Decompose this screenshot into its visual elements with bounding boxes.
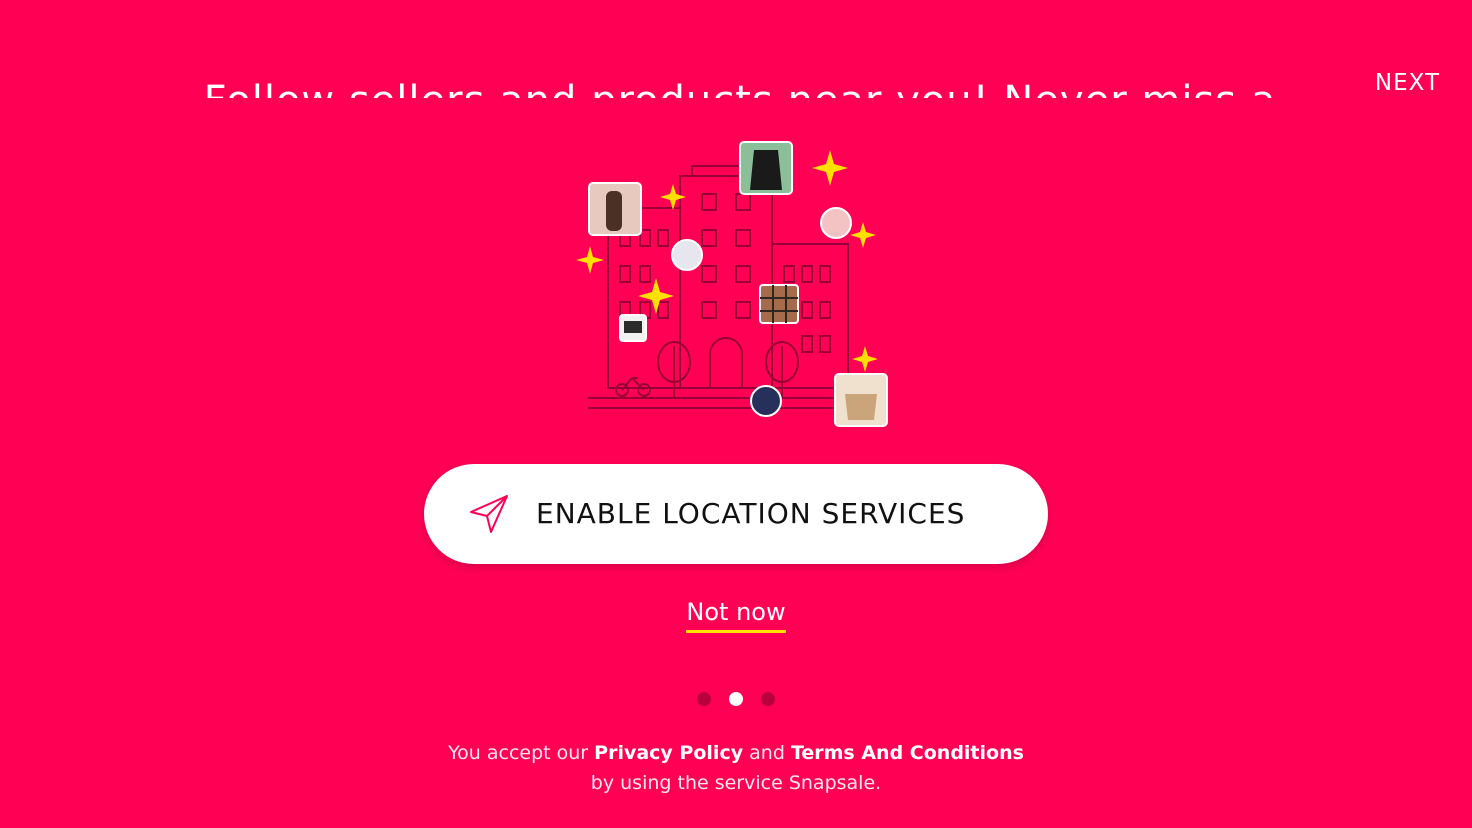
- product-thumbnails: [588, 141, 888, 427]
- not-now-link[interactable]: Not now: [686, 598, 786, 633]
- page-dot-3[interactable]: [761, 692, 775, 706]
- onboarding-screen: Follow sellers and products near you! Ne…: [0, 0, 1472, 828]
- location-arrow-icon: [470, 495, 508, 533]
- nearby-sellers-illustration: [576, 141, 888, 427]
- legal-notice: You accept our Privacy Policy and Terms …: [0, 738, 1472, 798]
- legal-prefix: You accept our: [448, 742, 589, 764]
- terms-link[interactable]: Terms And Conditions: [791, 742, 1024, 764]
- legal-suffix: by using the service Snapsale.: [590, 772, 882, 794]
- enable-location-label: ENABLE LOCATION SERVICES: [536, 497, 966, 530]
- page-dot-2-active[interactable]: [729, 692, 743, 706]
- enable-location-button[interactable]: ENABLE LOCATION SERVICES: [424, 464, 1048, 564]
- next-button[interactable]: NEXT: [1375, 70, 1440, 96]
- onboarding-headline: Follow sellers and products near you! Ne…: [200, 78, 1280, 98]
- page-indicator: [0, 692, 1472, 706]
- page-dot-1[interactable]: [697, 692, 711, 706]
- not-now-container: Not now: [0, 598, 1472, 633]
- legal-line-1: You accept our Privacy Policy and Terms …: [0, 738, 1472, 768]
- privacy-policy-link[interactable]: Privacy Policy: [594, 742, 743, 764]
- headline-container: Follow sellers and products near you! Ne…: [200, 60, 1280, 98]
- legal-and: and: [749, 742, 785, 764]
